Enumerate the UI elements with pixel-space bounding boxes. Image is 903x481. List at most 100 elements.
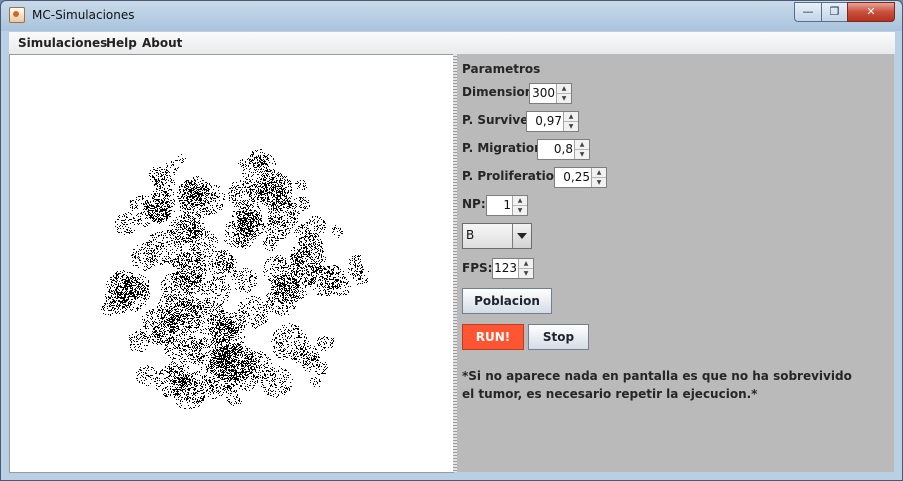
tumor-cell: [301, 255, 302, 256]
tumor-cell: [243, 235, 244, 236]
tumor-cell: [302, 228, 303, 229]
tumor-cell: [282, 235, 283, 236]
tumor-cell: [271, 385, 272, 386]
tumor-cell: [216, 350, 217, 351]
tumor-cell: [210, 329, 211, 330]
tumor-cell: [171, 329, 172, 330]
tumor-cell: [267, 362, 268, 363]
tumor-cell: [240, 223, 241, 224]
tumor-cell: [274, 275, 275, 276]
menu-about[interactable]: About: [142, 36, 182, 50]
tumor-cell: [303, 256, 304, 257]
tumor-cell: [268, 259, 269, 260]
tumor-cell: [183, 301, 184, 302]
tumor-cell: [254, 197, 255, 198]
tumor-cell: [292, 282, 293, 283]
tumor-cell: [213, 361, 214, 362]
tumor-cell: [158, 205, 159, 206]
tumor-cell: [237, 247, 238, 248]
tumor-cell: [230, 333, 231, 334]
tumor-cell: [233, 350, 234, 351]
close-button[interactable]: ✕: [847, 2, 895, 22]
tumor-cell: [260, 169, 261, 170]
tumor-cell: [106, 300, 107, 301]
tumor-cell: [275, 391, 276, 392]
tumor-cell: [165, 303, 166, 304]
simulation-canvas[interactable]: [9, 54, 454, 473]
tumor-cell: [127, 297, 128, 298]
tumor-cell: [255, 352, 256, 353]
tumor-cell: [268, 394, 269, 395]
maximize-button[interactable]: ❐: [821, 2, 848, 22]
tumor-cell: [271, 264, 272, 265]
tumor-cell: [249, 365, 250, 366]
minimize-button[interactable]: —: [794, 2, 822, 22]
tumor-cell: [266, 371, 267, 372]
tumor-cell: [292, 258, 293, 259]
tumor-cell: [224, 333, 225, 334]
tumor-cell: [201, 353, 202, 354]
tumor-cell: [150, 264, 151, 265]
tumor-cell: [222, 340, 223, 341]
tumor-cell: [166, 327, 167, 328]
tumor-cell: [199, 351, 200, 352]
tumor-cell: [231, 339, 232, 340]
tumor-cell: [243, 218, 244, 219]
tumor-cell: [284, 394, 285, 395]
tumor-cell: [127, 280, 128, 281]
tumor-cell: [287, 221, 288, 222]
tumor-cell: [188, 339, 189, 340]
tumor-cell: [233, 240, 234, 241]
tumor-cell: [182, 237, 183, 238]
tumor-cell: [291, 298, 292, 299]
tumor-cell: [142, 294, 143, 295]
tumor-cell: [286, 229, 287, 230]
tumor-cell: [272, 218, 273, 219]
tumor-cell: [180, 224, 181, 225]
tumor-cell: [285, 202, 286, 203]
tumor-cell: [317, 270, 318, 271]
tumor-cell: [246, 168, 247, 169]
tumor-cell: [258, 356, 259, 357]
tumor-cell: [155, 334, 156, 335]
tumor-cell: [300, 227, 301, 228]
tumor-cell: [244, 213, 245, 214]
tumor-cell: [118, 305, 119, 306]
tumor-cell: [255, 167, 256, 168]
tumor-cell: [295, 283, 296, 284]
menu-help[interactable]: Help: [106, 36, 137, 50]
tumor-cell: [186, 361, 187, 362]
tumor-cell: [224, 319, 225, 320]
tumor-cell: [230, 330, 231, 331]
tumor-cell: [200, 252, 201, 253]
tumor-cell: [329, 286, 330, 287]
tumor-cell: [182, 342, 183, 343]
tumor-cell: [249, 186, 250, 187]
tumor-cell: [182, 229, 183, 230]
tumor-cell: [121, 293, 122, 294]
tumor-cell: [319, 345, 320, 346]
title-bar[interactable]: MC-Simulaciones — ❐ ✕: [1, 1, 902, 31]
tumor-cell: [301, 202, 302, 203]
tumor-cell: [213, 327, 214, 328]
tumor-cell: [201, 358, 202, 359]
tumor-cell: [228, 345, 229, 346]
tumor-cell: [132, 309, 133, 310]
tumor-cell: [263, 197, 264, 198]
tumor-cell: [211, 367, 212, 368]
tumor-cell: [186, 225, 187, 226]
tumor-cell: [305, 278, 306, 279]
tumor-cell: [164, 296, 165, 297]
tumor-cell: [299, 274, 300, 275]
tumor-cell: [266, 187, 267, 188]
tumor-cell: [272, 182, 273, 183]
tumor-cell: [314, 271, 315, 272]
tumor-cell: [157, 334, 158, 335]
tumor-cell: [243, 372, 244, 373]
tumor-cell: [285, 225, 286, 226]
tumor-cell: [238, 354, 239, 355]
menu-simulaciones[interactable]: Simulaciones: [18, 36, 107, 50]
tumor-cell: [247, 357, 248, 358]
tumor-cell: [295, 230, 296, 231]
tumor-cell: [138, 267, 139, 268]
